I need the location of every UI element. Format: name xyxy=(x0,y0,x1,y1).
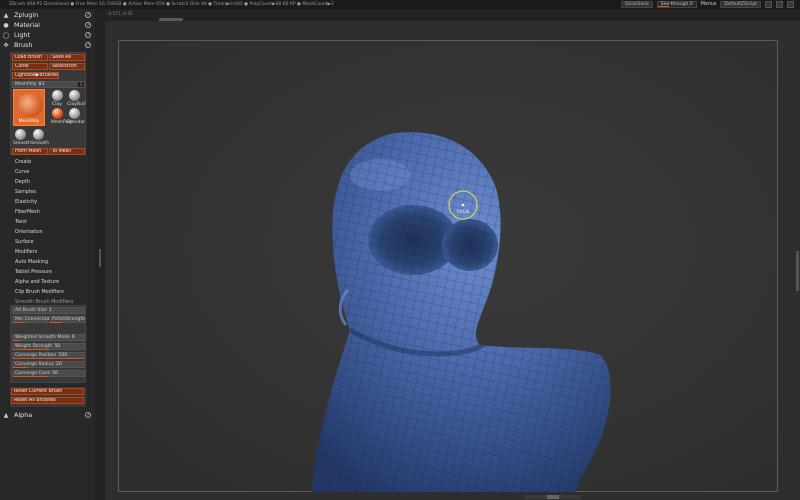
cursor-label: FOCAL xyxy=(457,209,471,214)
sculpt-model[interactable]: FOCAL xyxy=(0,0,800,500)
head-mesh xyxy=(312,132,611,493)
